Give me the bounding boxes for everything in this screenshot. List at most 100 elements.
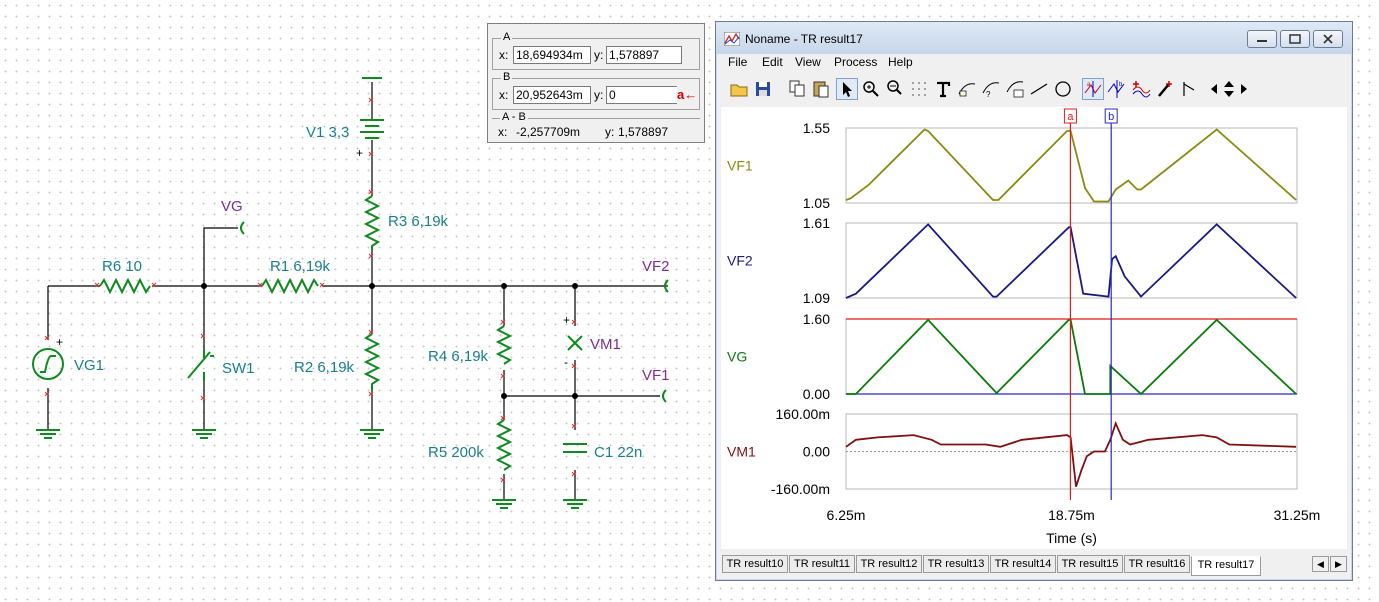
vg1-plus-sign: +	[56, 335, 63, 349]
grid-button[interactable]	[908, 78, 930, 100]
left-arrow-icon: ←	[684, 87, 698, 102]
v1-label: V1 3,3	[306, 124, 349, 141]
curve-table-button[interactable]	[1004, 78, 1026, 100]
tabs-left-arrow-icon: ◀	[1317, 559, 1324, 569]
tab-tr-result16[interactable]: TR result16	[1124, 555, 1190, 573]
trace-curve-icon	[958, 83, 976, 97]
vm1-plus-sign: +	[563, 313, 570, 327]
vg-y-tick-label: 0.00	[803, 386, 830, 402]
tab-tr-result10[interactable]: TR result10	[722, 555, 788, 573]
cursor-b-y-field[interactable]: 0	[606, 86, 682, 104]
cursor-a-x-label: x:	[499, 48, 509, 62]
r6-label: R6 10	[102, 258, 142, 275]
save-button[interactable]	[752, 78, 774, 100]
tab-tr-result14[interactable]: TR result14	[990, 555, 1056, 573]
scroll-right-button[interactable]	[1238, 78, 1250, 100]
vg1-label: VG1	[74, 357, 104, 374]
svg-text:b: b	[1119, 82, 1123, 88]
restore-icon	[1289, 34, 1301, 44]
x-axis-label: Time (s)	[1046, 530, 1097, 546]
r5-label: R5 200k	[428, 444, 484, 461]
select-tool-button[interactable]	[836, 78, 858, 100]
svg-text:?: ?	[986, 90, 991, 99]
cursor-b-button[interactable]: b	[1106, 78, 1128, 100]
x-tick-label: 31.25m	[1274, 507, 1321, 523]
line-tool-button[interactable]	[1028, 78, 1050, 100]
menu-help[interactable]: Help	[888, 55, 913, 69]
cursor-b-y-label: y:	[594, 88, 604, 102]
result-tabs: TR result10 TR result11 TR result12 TR r…	[722, 555, 1348, 576]
tab-tr-result12[interactable]: TR result12	[856, 555, 922, 573]
vm1-panel-label: VM1	[727, 444, 756, 460]
text-tool-button[interactable]	[932, 78, 954, 100]
close-button[interactable]	[1313, 30, 1343, 48]
vg-y-tick-label: 1.60	[803, 311, 830, 327]
arrow-cursor-icon	[843, 82, 852, 97]
dotted-grid-icon	[912, 82, 926, 96]
copy-button[interactable]	[786, 78, 808, 100]
open-button[interactable]	[728, 78, 750, 100]
x-tick-label: 6.25m	[827, 507, 866, 523]
tabs-scroll-left-button[interactable]: ◀	[1312, 556, 1329, 572]
cursor-readout-panel: A x: 18,694934m y: 1,578897 B x: 20,9526…	[487, 23, 705, 143]
plot-area[interactable]: VF1 1.55 1.05 VF2 1.61 1.09 VG 1.60 0.00 VM1 160.0…	[721, 107, 1347, 549]
cursor-diff-title: A - B	[500, 111, 528, 123]
triangle-right-icon	[1241, 84, 1247, 94]
circle-tool-button[interactable]	[1052, 78, 1074, 100]
copy-icon	[789, 80, 805, 97]
vg-probe-label: VG	[221, 198, 243, 215]
menu-edit[interactable]: Edit	[762, 55, 783, 69]
vf1-panel-label: VF1	[727, 158, 753, 174]
folder-open-icon	[730, 84, 748, 97]
cursor-a-y-field[interactable]: 1,578897	[606, 46, 682, 64]
trace-tool-button[interactable]	[956, 78, 978, 100]
tab-tr-result17[interactable]: TR result17	[1191, 556, 1261, 576]
r1-label: R1 6,19k	[270, 258, 331, 275]
tab-tr-result13[interactable]: TR result13	[923, 555, 989, 573]
close-icon	[1323, 34, 1333, 44]
window-title: Noname - TR result17	[745, 32, 863, 46]
cursor-b-x-field[interactable]: 20,952643m	[513, 86, 591, 104]
scroll-left-button[interactable]	[1208, 78, 1220, 100]
vf2-panel-label: VF2	[727, 253, 753, 269]
tab-tr-result15[interactable]: TR result15	[1057, 555, 1123, 573]
scroll-up-down-button[interactable]	[1222, 78, 1236, 100]
x-tick-label: 18.75m	[1048, 507, 1095, 523]
zoom-100-button[interactable]	[884, 78, 906, 100]
cursor-a-button[interactable]: a	[1082, 78, 1104, 100]
add-curve-icon	[1132, 81, 1151, 98]
cursor-b-group: B x: 20,952643m y: 0 a←	[492, 71, 700, 110]
menu-bar: File Edit View Process Help	[716, 54, 1352, 72]
vm1-trace	[845, 420, 1297, 487]
flag-tool-button[interactable]	[1178, 78, 1200, 100]
menu-view[interactable]: View	[795, 55, 821, 69]
apply-cursor-button[interactable]: a←	[677, 86, 697, 104]
r3-label: R3 6,19k	[388, 213, 449, 230]
title-bar[interactable]: Noname - TR result17	[716, 22, 1352, 54]
cursor-a-x-field[interactable]: 18,694934m	[513, 46, 591, 64]
waveform-plots[interactable]: VF1 1.55 1.05 VF2 1.61 1.09 VG 1.60 0.00 VM1 160.0…	[721, 107, 1347, 549]
floppy-disk-icon	[756, 82, 770, 96]
zoom-in-button[interactable]	[860, 78, 882, 100]
vg-panel-label: VG	[727, 349, 747, 365]
restore-button[interactable]	[1280, 30, 1310, 48]
cursor-a-icon: a	[1084, 81, 1102, 97]
menu-file[interactable]: File	[728, 55, 747, 69]
vf2-y-tick-label: 1.61	[803, 215, 830, 231]
menu-process[interactable]: Process	[834, 55, 877, 69]
curve-label-button[interactable]: ?	[980, 78, 1002, 100]
tab-tr-result11[interactable]: TR result11	[789, 555, 855, 573]
paste-button[interactable]	[810, 78, 832, 100]
cursor-diff-x-value: -2,257709m	[516, 125, 581, 139]
tabs-scroll-right-button[interactable]: ▶	[1330, 556, 1347, 572]
minimize-button[interactable]	[1247, 30, 1277, 48]
zoom-reset-icon	[887, 80, 902, 95]
marker-pen-icon	[1158, 81, 1172, 97]
vf1-y-tick-label: 1.05	[803, 195, 830, 211]
vf2-probe-label: VF2	[642, 258, 670, 275]
cursor-a-title: A	[501, 31, 513, 43]
vf1-y-tick-label: 1.55	[803, 120, 830, 136]
add-curve-button[interactable]	[1130, 78, 1152, 100]
vf1-probe-label: VF1	[642, 367, 670, 384]
marker-button[interactable]	[1154, 78, 1176, 100]
